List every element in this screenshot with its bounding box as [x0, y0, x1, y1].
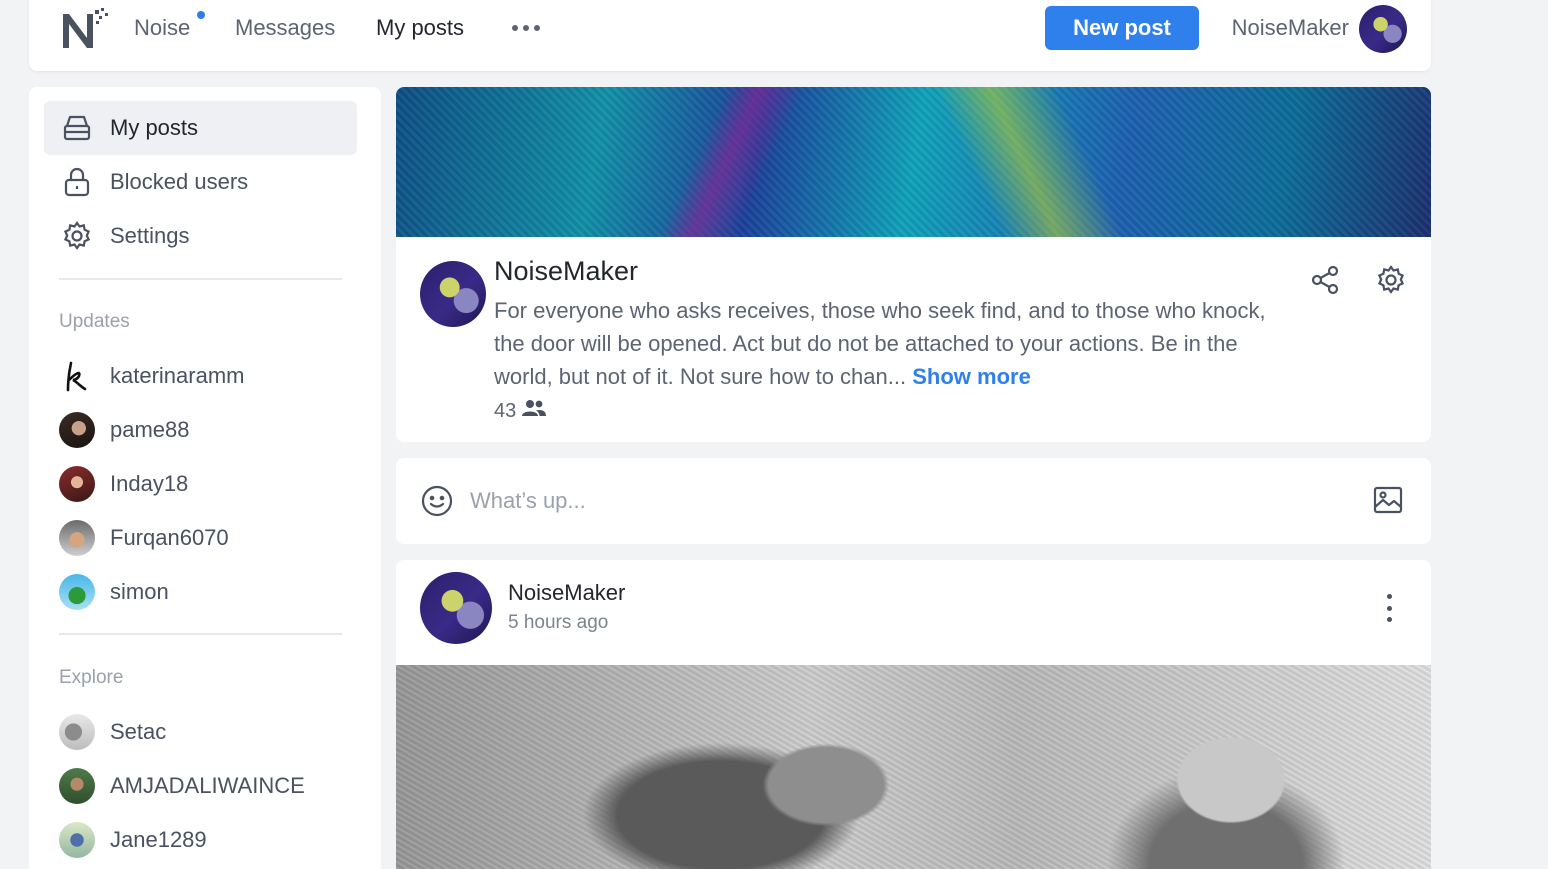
- noise-logo-icon[interactable]: [61, 4, 111, 54]
- avatar: [59, 358, 95, 394]
- show-more-link[interactable]: Show more: [912, 364, 1031, 389]
- updates-heading: Updates: [59, 311, 130, 332]
- sidebar-item-settings[interactable]: Settings: [44, 209, 357, 263]
- post-image[interactable]: [396, 665, 1431, 869]
- user-name: Furqan6070: [110, 525, 229, 550]
- user-name: simon: [110, 579, 169, 604]
- user-name: Setac: [110, 719, 167, 744]
- sidebar-item-label: My posts: [110, 115, 199, 140]
- user-name: pame88: [110, 417, 190, 442]
- post-author-avatar[interactable]: [420, 572, 492, 644]
- followers-count[interactable]: 43: [494, 398, 547, 424]
- updates-user[interactable]: katerinaramm: [59, 357, 244, 395]
- sidebar-item-my-posts[interactable]: My posts: [44, 101, 357, 155]
- avatar: [59, 714, 95, 750]
- avatar: [59, 822, 95, 858]
- updates-user[interactable]: pame88: [59, 411, 190, 449]
- avatar: [59, 520, 95, 556]
- updates-user[interactable]: Inday18: [59, 465, 188, 503]
- profile-bio-text: For everyone who asks receives, those wh…: [494, 298, 1266, 389]
- profile-name: NoiseMaker: [494, 256, 639, 286]
- avatar: [59, 412, 95, 448]
- explore-user[interactable]: AMJADALIWAINCE: [59, 767, 305, 805]
- profile-avatar[interactable]: [420, 261, 486, 327]
- gear-icon: [60, 219, 94, 253]
- avatar: [59, 768, 95, 804]
- user-name: AMJADALIWAINCE: [110, 773, 305, 798]
- more-vertical-icon[interactable]: [1377, 590, 1401, 626]
- divider: [59, 278, 342, 280]
- followers-number: 43: [494, 399, 517, 422]
- top-navigation-bar: Noise Messages My posts New post NoiseMa…: [29, 0, 1431, 71]
- current-username[interactable]: NoiseMaker: [1232, 15, 1349, 41]
- image-icon[interactable]: [1371, 483, 1407, 519]
- avatar: [59, 466, 95, 502]
- user-name: Inday18: [110, 471, 189, 496]
- sidebar: My posts Blocked users Settings Updates …: [29, 87, 381, 869]
- nav-messages[interactable]: Messages: [235, 15, 335, 41]
- explore-heading: Explore: [59, 667, 124, 688]
- updates-user[interactable]: simon: [59, 573, 169, 611]
- user-name: Jane1289: [110, 827, 207, 852]
- post-author-name[interactable]: NoiseMaker: [508, 580, 625, 606]
- profile-banner: [396, 87, 1431, 237]
- sidebar-item-label: Blocked users: [110, 169, 249, 194]
- profile-card: NoiseMaker For everyone who asks receive…: [396, 87, 1431, 442]
- profile-actions: [1307, 262, 1409, 298]
- nav-my-posts[interactable]: My posts: [376, 15, 464, 41]
- share-icon[interactable]: [1307, 262, 1343, 298]
- updates-user[interactable]: Furqan6070: [59, 519, 229, 557]
- compose-card: [396, 458, 1431, 544]
- smiley-icon[interactable]: [420, 484, 454, 518]
- user-name: katerinaramm: [110, 363, 245, 388]
- compose-input[interactable]: [470, 483, 1330, 519]
- avatar: [59, 574, 95, 610]
- drawer-icon: [60, 111, 94, 145]
- sidebar-item-blocked-users[interactable]: Blocked users: [44, 155, 357, 209]
- nav-noise[interactable]: Noise: [134, 15, 190, 41]
- gear-icon[interactable]: [1373, 262, 1409, 298]
- lock-icon: [60, 165, 94, 199]
- people-icon: [522, 398, 547, 424]
- profile-bio: For everyone who asks receives, those wh…: [494, 294, 1294, 393]
- explore-user[interactable]: Setac: [59, 713, 166, 751]
- divider: [59, 633, 342, 635]
- more-horizontal-icon[interactable]: [512, 25, 540, 31]
- explore-user[interactable]: Jane1289: [59, 821, 207, 859]
- post-card: NoiseMaker 5 hours ago: [396, 560, 1431, 869]
- current-user-avatar[interactable]: [1359, 5, 1407, 53]
- notification-dot: [197, 11, 205, 19]
- sidebar-item-label: Settings: [110, 223, 190, 248]
- post-timestamp: 5 hours ago: [508, 612, 609, 633]
- new-post-button[interactable]: New post: [1045, 6, 1199, 50]
